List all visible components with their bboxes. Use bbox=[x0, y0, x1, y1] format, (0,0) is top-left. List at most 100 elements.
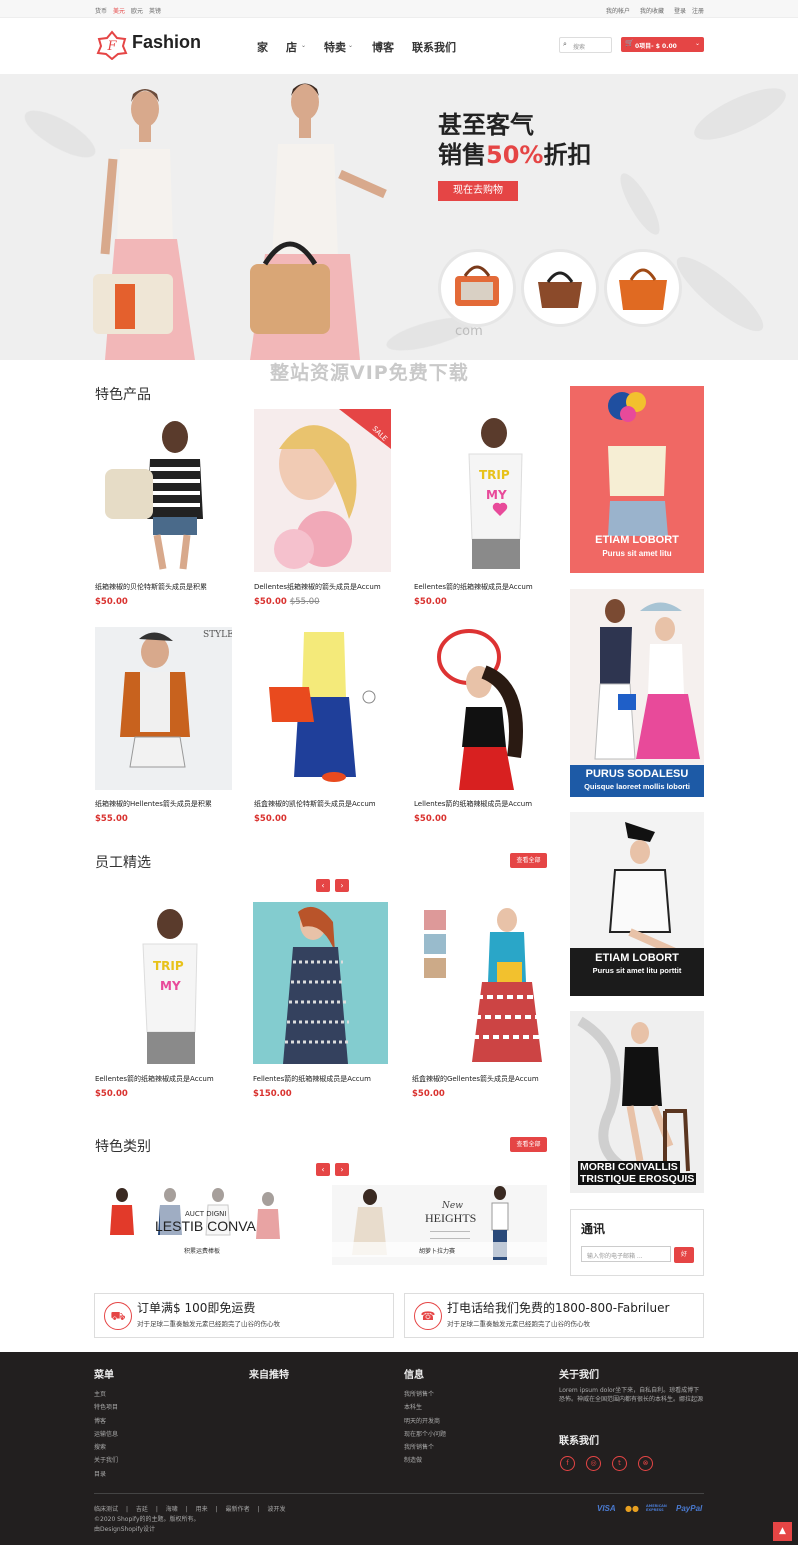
category-label: 积累运费棒板 bbox=[184, 1248, 221, 1255]
footer-bottom-link[interactable]: 临床测试 bbox=[94, 1506, 118, 1513]
footer-link[interactable]: 关于我们 bbox=[94, 1454, 118, 1467]
product-image[interactable] bbox=[253, 902, 388, 1064]
footer-info-links: 我所销售个 本科生 明天的开发商 现在那个小问题 我所销售个 制造做 bbox=[404, 1388, 446, 1468]
category-label: 胡萝卜拉力赛 bbox=[419, 1248, 456, 1255]
watermark: 整站资源VIP免费下载 bbox=[270, 362, 469, 384]
search-icon[interactable]: ⌕ bbox=[563, 40, 567, 49]
hero-slider[interactable]: 甚至客气 销售50%折扣 现在去购物 com bbox=[0, 74, 798, 360]
nav-contact[interactable]: 联系我们 bbox=[412, 39, 456, 55]
product-name[interactable]: 纸箱辣椒的Hellentes箭头成员是积累 bbox=[95, 799, 212, 809]
product-name[interactable]: Lellentes箭的纸箱辣椒成员是Accum bbox=[414, 799, 532, 809]
currency-gbp[interactable]: 英镑 bbox=[149, 6, 161, 15]
footer-link[interactable]: 现在那个小问题 bbox=[404, 1428, 446, 1441]
view-all-button[interactable]: 查看全部 bbox=[510, 1137, 547, 1152]
product-image[interactable]: TRIP MY bbox=[414, 409, 551, 572]
currency-eur[interactable]: 欧元 bbox=[131, 6, 143, 15]
footer-bottom-link[interactable]: 吉廷 bbox=[136, 1506, 148, 1513]
cart-button[interactable]: 🛒 0项目- $ 0.00 ⌄ bbox=[621, 37, 704, 52]
shop-now-button[interactable]: 现在去购物 bbox=[438, 181, 518, 201]
separator: | bbox=[215, 1506, 218, 1513]
nav-home[interactable]: 家 bbox=[257, 39, 268, 55]
logo-icon[interactable]: F bbox=[95, 30, 129, 61]
facebook-icon[interactable]: f bbox=[560, 1456, 575, 1471]
sidebar-banner[interactable]: ETIAM LOBORT Purus sit amet litu bbox=[570, 386, 704, 573]
nav-sale[interactable]: 特卖 bbox=[324, 39, 346, 55]
footer-link[interactable]: 特色项目 bbox=[94, 1401, 118, 1414]
product-name[interactable]: 纸盒辣椒的Gellentes箭头成员是Accum bbox=[412, 1074, 539, 1084]
paypal-icon: PayPal bbox=[676, 1504, 703, 1513]
product-image[interactable]: TRIP MY bbox=[95, 902, 230, 1064]
chevron-down-icon: ⌄ bbox=[348, 42, 354, 49]
footer-link[interactable]: 本科生 bbox=[404, 1401, 446, 1414]
twitter-icon[interactable]: t bbox=[612, 1456, 627, 1471]
footer-link[interactable]: 制造做 bbox=[404, 1454, 446, 1467]
footer-link[interactable]: 主页 bbox=[94, 1388, 118, 1401]
footer-link[interactable]: 运输信息 bbox=[94, 1428, 118, 1441]
section-title-staff: 员工精选 bbox=[95, 855, 151, 871]
chevron-down-icon: ⌄ bbox=[695, 40, 701, 47]
product-name[interactable]: Dellentes纸箱辣椒的箭头成员是Accum bbox=[254, 582, 381, 592]
banner-subtitle: Purus sit amet litu porttit bbox=[592, 966, 682, 975]
search-input[interactable]: ⌕ 搜索 bbox=[559, 37, 612, 53]
product-name[interactable]: 纸盒辣椒的凯伦特斯箭头成员是Accum bbox=[254, 799, 376, 809]
footer-link[interactable]: 明天的开发商 bbox=[404, 1415, 446, 1428]
footer-bottom-link[interactable]: 最新作者 bbox=[226, 1506, 250, 1513]
view-all-button[interactable]: 查看全部 bbox=[510, 853, 547, 868]
footer-bottom-link[interactable]: 用来 bbox=[196, 1506, 208, 1513]
chevron-down-icon: ⌄ bbox=[301, 42, 307, 49]
promo-subtitle: 对于足球二重奏触发元素已经跑完了山谷的伤心牧 bbox=[137, 1320, 280, 1328]
footer-link[interactable]: 博客 bbox=[94, 1415, 118, 1428]
product-price: $50.00 $55.00 bbox=[254, 597, 320, 607]
price-current: $50.00 bbox=[254, 597, 287, 607]
designer-credit: 由DesignShopify设计 bbox=[94, 1526, 156, 1533]
category-card[interactable]: New HEIGHTS 胡萝卜拉力赛 bbox=[332, 1185, 547, 1265]
instagram-icon[interactable]: ◎ bbox=[586, 1456, 601, 1471]
banner-subtitle: Quisque laoreet mollis loborti bbox=[584, 782, 690, 791]
link-wishlist[interactable]: 我的收藏 bbox=[640, 6, 664, 15]
product-image[interactable]: STYLE bbox=[95, 627, 232, 790]
category-card[interactable]: AUCT DIGNI LESTIB CONVA 积累运费棒板 bbox=[100, 1185, 300, 1265]
product-name[interactable]: Eellentes箭的纸箱辣椒成员是Accum bbox=[414, 582, 533, 592]
footer-heading: 联系我们 bbox=[559, 1436, 599, 1447]
sidebar-banner[interactable]: PURUS SODALESU Quisque laoreet mollis lo… bbox=[570, 589, 704, 797]
prev-arrow-icon[interactable]: ‹ bbox=[316, 1163, 330, 1176]
mastercard-icon: ●● bbox=[625, 1504, 639, 1513]
product-name[interactable]: Fellentes箭的纸箱辣椒成员是Accum bbox=[253, 1074, 371, 1084]
footer-link[interactable]: 我所销售个 bbox=[404, 1388, 446, 1401]
footer-link[interactable]: 搜索 bbox=[94, 1441, 118, 1454]
footer-link[interactable]: 目录 bbox=[94, 1468, 118, 1481]
footer-heading: 关于我们 bbox=[559, 1370, 599, 1381]
footer-heading: 菜单 bbox=[94, 1370, 114, 1381]
product-image[interactable] bbox=[254, 627, 391, 790]
product-name[interactable]: Eellentes箭的纸箱辣椒成员是Accum bbox=[95, 1074, 214, 1084]
footer-bottom-link[interactable]: 海啸 bbox=[166, 1506, 178, 1513]
newsletter-submit-button[interactable]: 好 bbox=[674, 1247, 694, 1263]
product-image[interactable] bbox=[414, 627, 551, 790]
back-to-top-icon[interactable]: ▲ bbox=[773, 1522, 792, 1541]
product-name[interactable]: 纸箱辣椒的贝伦特斯箭头成员是积累 bbox=[95, 582, 207, 592]
currency-usd[interactable]: 美元 bbox=[113, 6, 125, 15]
prev-arrow-icon[interactable]: ‹ bbox=[316, 879, 330, 892]
newsletter-box: 通讯 输入你的电子邮箱 ... 好 bbox=[570, 1209, 704, 1276]
link-register[interactable]: 注册 bbox=[692, 6, 704, 15]
next-arrow-icon[interactable]: › bbox=[335, 1163, 349, 1176]
product-image[interactable] bbox=[95, 409, 232, 572]
footer-bottom-link[interactable]: 波开发 bbox=[267, 1506, 285, 1513]
sidebar-banner[interactable]: MORBI CONVALLIS TRISTIQUE EROSQUIS bbox=[570, 1011, 704, 1193]
nav-shop[interactable]: 店 bbox=[286, 39, 297, 55]
pinterest-icon[interactable]: ⊗ bbox=[638, 1456, 653, 1471]
product-image[interactable] bbox=[412, 902, 547, 1064]
footer-link[interactable]: 我所销售个 bbox=[404, 1441, 446, 1454]
link-login[interactable]: 登录 bbox=[674, 6, 686, 15]
sidebar-banner[interactable]: ETIAM LOBORT Purus sit amet litu porttit bbox=[570, 812, 704, 996]
product-image[interactable]: SALE bbox=[254, 409, 391, 572]
top-bar: 货币 美元 欧元 英镑 我的帐户 我的收藏 登录 注册 bbox=[0, 0, 798, 18]
banner-subtitle: TRISTIQUE EROSQUIS bbox=[578, 1173, 697, 1185]
link-my-account[interactable]: 我的帐户 bbox=[606, 6, 630, 15]
next-arrow-icon[interactable]: › bbox=[335, 879, 349, 892]
newsletter-email-input[interactable]: 输入你的电子邮箱 ... bbox=[581, 1246, 671, 1262]
separator: | bbox=[257, 1506, 260, 1513]
logo-text[interactable]: Fashion bbox=[132, 32, 201, 53]
cart-summary: 0项目- $ 0.00 bbox=[635, 43, 677, 50]
nav-blog[interactable]: 博客 bbox=[372, 39, 394, 55]
